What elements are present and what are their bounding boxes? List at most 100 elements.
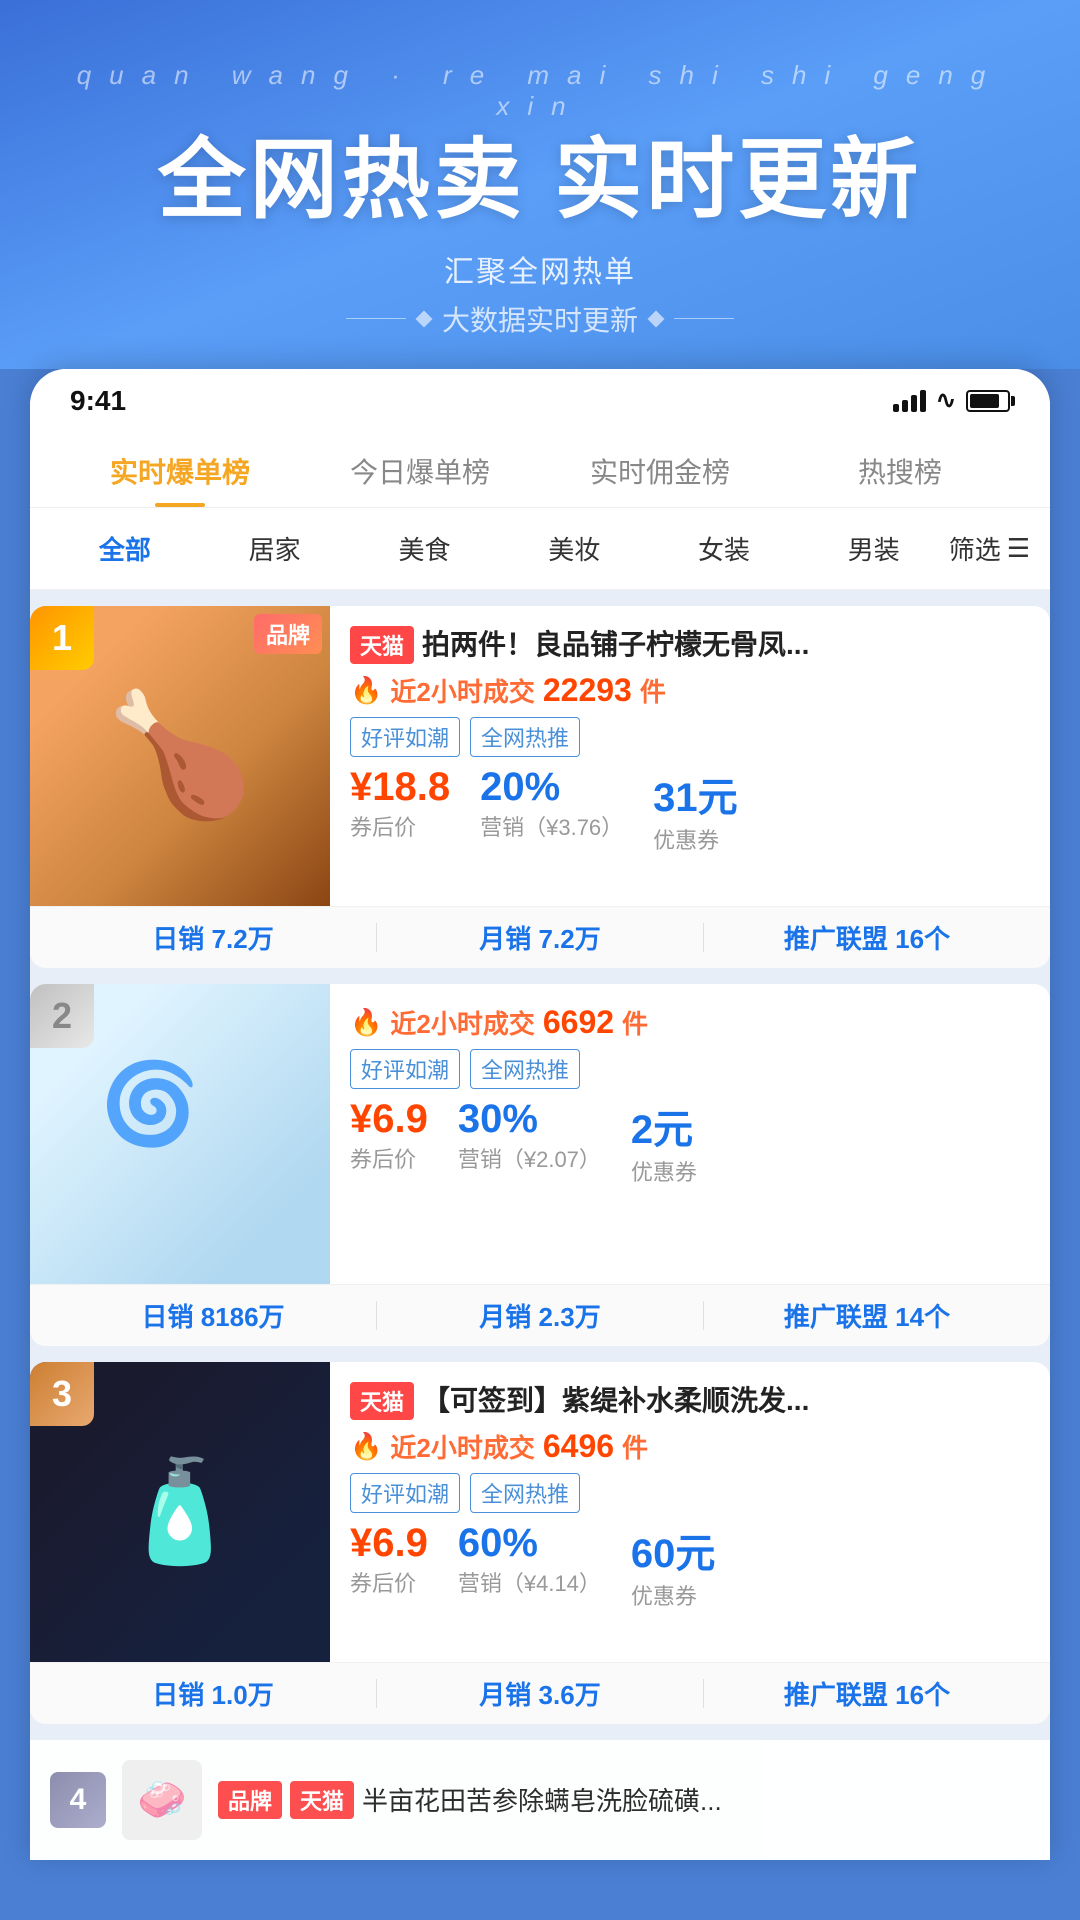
product-3-commission-sub: 营销（¥4.14） <box>458 1566 601 1598</box>
product-2-tag-2: 全网热推 <box>470 1049 580 1089</box>
product-3-league: 推广联盟 16个 <box>704 1675 1030 1712</box>
cat-women[interactable]: 女装 <box>649 522 799 575</box>
product-3-coupon-block: 60元 优惠券 <box>631 1521 716 1611</box>
product-3-price-label: 券后价 <box>350 1566 428 1598</box>
tabs-row: 实时爆单榜 今日爆单榜 实时佣金榜 热搜榜 <box>30 427 1050 508</box>
product-3-coupon-label: 优惠券 <box>631 1579 716 1611</box>
signal-bar-2 <box>902 400 908 412</box>
product-2-coupon-block: 2元 优惠券 <box>631 1097 697 1187</box>
filter-icon: ☰ <box>1007 533 1030 564</box>
product-2-tag-1: 好评如潮 <box>350 1049 460 1089</box>
product-1-commission-block: 20% 营销（¥3.76） <box>480 765 623 842</box>
product-2-daily-sales: 日销 8186万 <box>50 1297 376 1334</box>
product-1-rank-badge: 1 <box>30 606 94 670</box>
product-2-info: 🔥 近2小时成交 6692 件 好评如潮 全网热推 ¥6.9 券后价 <box>330 984 1050 1284</box>
product-1-sales: 🔥 近2小时成交 22293 件 <box>350 672 1030 709</box>
product-2-coupon: 2元 <box>631 1097 697 1155</box>
product-2-price-block: ¥6.9 券后价 <box>350 1097 428 1174</box>
status-bar: 9:41 ∿ <box>30 369 1050 427</box>
product-3-info: 天猫 【可签到】紫缇补水柔顺洗发... 🔥 近2小时成交 6496 件 好评如潮… <box>330 1362 1050 1662</box>
fire-icon-3: 🔥 <box>350 1431 382 1462</box>
product-2-commission: 30% <box>458 1097 601 1142</box>
product-2-commission-block: 30% 营销（¥2.07） <box>458 1097 601 1174</box>
status-icons: ∿ <box>893 386 1010 415</box>
cat-home[interactable]: 居家 <box>200 522 350 575</box>
product-card-4-partial[interactable]: 4 🧼 品牌 天猫 半亩花田苦参除螨皂洗脸硫磺... <box>30 1740 1050 1860</box>
tab-today-hot[interactable]: 今日爆单榜 <box>300 437 540 507</box>
product-2-price: ¥6.9 <box>350 1097 428 1142</box>
product-3-tag-1: 好评如潮 <box>350 1473 460 1513</box>
tab-hot-search[interactable]: 热搜榜 <box>780 437 1020 507</box>
product-1-rank: 1 <box>30 606 94 670</box>
signal-bar-3 <box>911 395 917 412</box>
product-card-3[interactable]: 3 天猫 【可签到】紫缇补水柔顺洗发... 🔥 近2小时成交 6496 件 <box>30 1362 1050 1724</box>
cat-men[interactable]: 男装 <box>799 522 949 575</box>
product-2-rank-badge: 2 <box>30 984 94 1048</box>
signal-icon <box>893 390 926 412</box>
product-1-tags: 好评如潮 全网热推 <box>350 717 1030 757</box>
product-2-league: 推广联盟 14个 <box>704 1297 1030 1334</box>
product-1-prices: ¥18.8 券后价 20% 营销（¥3.76） 31元 优惠券 <box>350 765 1030 855</box>
product-3-rank: 3 <box>30 1362 94 1426</box>
product-4-brand-tag: 品牌 <box>218 1781 282 1819</box>
cat-all[interactable]: 全部 <box>50 522 200 575</box>
product-1-sales-count: 22293 <box>543 672 632 709</box>
product-card-2-inner: 2 🔥 近2小时成交 6692 件 好评如潮 全网热推 <box>30 984 1050 1284</box>
product-2-image: 2 <box>30 984 330 1284</box>
product-card-2[interactable]: 2 🔥 近2小时成交 6692 件 好评如潮 全网热推 <box>30 984 1050 1346</box>
hero-title: 全网热卖 实时更新 <box>40 132 1040 229</box>
product-2-monthly-sales: 月销 2.3万 <box>377 1297 703 1334</box>
product-3-image: 3 <box>30 1362 330 1662</box>
fire-icon-1: 🔥 <box>350 675 382 706</box>
diamond-right <box>648 310 665 327</box>
cat-beauty[interactable]: 美妆 <box>499 522 649 575</box>
product-3-commission-block: 60% 营销（¥4.14） <box>458 1521 601 1598</box>
tab-realtime-commission[interactable]: 实时佣金榜 <box>540 437 780 507</box>
category-row: 全部 居家 美食 美妆 女装 男装 筛选 ☰ <box>30 508 1050 590</box>
product-3-commission: 60% <box>458 1521 601 1566</box>
product-3-tag-2: 全网热推 <box>470 1473 580 1513</box>
product-4-info: 品牌 天猫 半亩花田苦参除螨皂洗脸硫磺... <box>218 1781 722 1819</box>
product-1-monthly-sales: 月销 7.2万 <box>377 919 703 956</box>
product-3-header: 天猫 【可签到】紫缇补水柔顺洗发... <box>350 1382 1030 1420</box>
product-2-commission-sub: 营销（¥2.07） <box>458 1142 601 1174</box>
product-3-tags: 好评如潮 全网热推 <box>350 1473 1030 1513</box>
tab-realtime-hot[interactable]: 实时爆单榜 <box>60 437 300 507</box>
product-2-sales: 🔥 近2小时成交 6692 件 <box>350 1004 1030 1041</box>
product-1-brand-tag: 品牌 <box>254 614 322 654</box>
hero-section: quan wang · re mai shi shi geng xin 全网热卖… <box>0 0 1080 369</box>
product-4-image: 🧼 <box>122 1760 202 1840</box>
signal-bar-1 <box>893 404 899 412</box>
wifi-icon: ∿ <box>936 386 956 415</box>
product-1-price: ¥18.8 <box>350 765 450 810</box>
product-1-stats: 日销 7.2万 月销 7.2万 推广联盟 16个 <box>30 906 1050 968</box>
product-3-prices: ¥6.9 券后价 60% 营销（¥4.14） 60元 优惠券 <box>350 1521 1030 1611</box>
product-card-3-inner: 3 天猫 【可签到】紫缇补水柔顺洗发... 🔥 近2小时成交 6496 件 <box>30 1362 1050 1662</box>
cat-filter[interactable]: 筛选 ☰ <box>949 530 1030 567</box>
product-2-prices: ¥6.9 券后价 30% 营销（¥2.07） 2元 优惠券 <box>350 1097 1030 1187</box>
product-2-stats: 日销 8186万 月销 2.3万 推广联盟 14个 <box>30 1284 1050 1346</box>
battery-icon <box>966 390 1010 412</box>
product-1-commission-sub: 营销（¥3.76） <box>480 810 623 842</box>
product-card-1-inner: 1 品牌 天猫 拍两件！良品铺子柠檬无骨凤... 🔥 近2小时成交 22293 … <box>30 606 1050 906</box>
cat-food[interactable]: 美食 <box>350 522 500 575</box>
product-1-platform: 天猫 <box>350 626 414 664</box>
signal-bar-4 <box>920 390 926 412</box>
product-2-sales-count: 6692 <box>543 1004 614 1041</box>
product-1-image: 1 品牌 <box>30 606 330 906</box>
left-dash <box>346 318 406 319</box>
product-4-title: 半亩花田苦参除螨皂洗脸硫磺... <box>362 1781 722 1818</box>
battery-fill <box>970 394 999 408</box>
hero-pinyin: quan wang · re mai shi shi geng xin <box>40 60 1040 122</box>
product-3-price-block: ¥6.9 券后价 <box>350 1521 428 1598</box>
product-1-price-block: ¥18.8 券后价 <box>350 765 450 842</box>
product-1-title: 拍两件！良品铺子柠檬无骨凤... <box>422 627 809 663</box>
product-1-coupon-label: 优惠券 <box>653 823 738 855</box>
product-3-platform: 天猫 <box>350 1382 414 1420</box>
product-3-sales: 🔥 近2小时成交 6496 件 <box>350 1428 1030 1465</box>
product-3-daily-sales: 日销 1.0万 <box>50 1675 376 1712</box>
product-3-title: 【可签到】紫缇补水柔顺洗发... <box>422 1383 809 1419</box>
product-card-1[interactable]: 1 品牌 天猫 拍两件！良品铺子柠檬无骨凤... 🔥 近2小时成交 22293 … <box>30 606 1050 968</box>
hero-subtitle-line: 大数据实时更新 <box>40 299 1040 339</box>
product-1-header: 天猫 拍两件！良品铺子柠檬无骨凤... <box>350 626 1030 664</box>
